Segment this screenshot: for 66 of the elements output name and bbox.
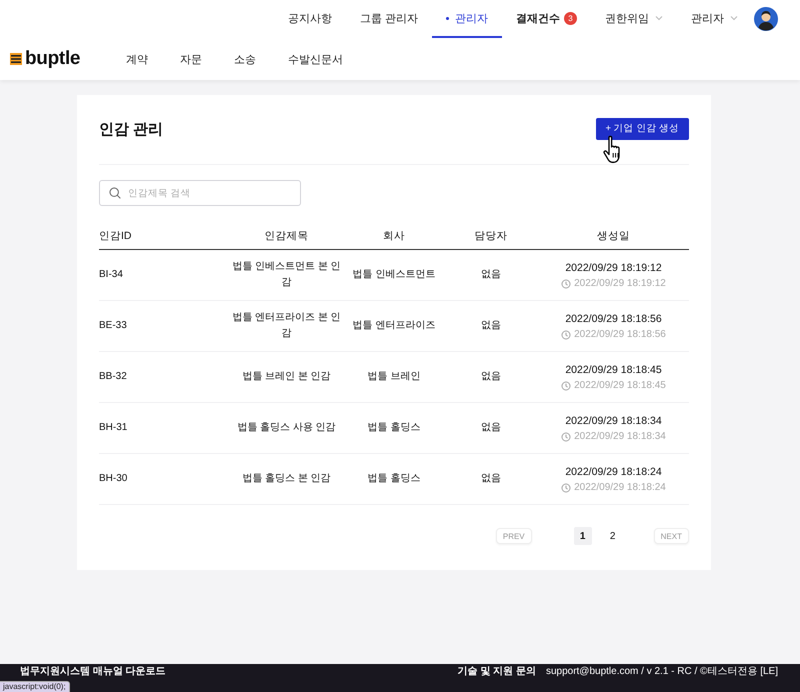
page-title: 인감 관리: [99, 120, 164, 139]
nav-link[interactable]: 계약: [110, 52, 164, 66]
created-time: 2022/09/29 18:18:45: [565, 363, 662, 378]
column-header: 생성일: [538, 229, 689, 250]
table-cell: 법틀 홀딩스 사용 인감: [229, 403, 344, 454]
table-cell: BH-30: [99, 454, 229, 505]
clock-icon: [561, 380, 572, 391]
count-badge: 3: [564, 12, 577, 24]
table-cell: 법틀 인베스트먼트: [344, 250, 444, 301]
column-header: 담당자: [444, 229, 538, 250]
nav-link[interactable]: 소송: [218, 52, 272, 66]
table-cell: 없음: [444, 250, 538, 301]
table-cell: 없음: [444, 301, 538, 352]
nav-link[interactable]: 결재건수 3: [502, 0, 591, 38]
table-cell: 없음: [444, 454, 538, 505]
table-cell: BI-34: [99, 250, 229, 301]
updated-time: 2022/09/29 18:19:12: [574, 278, 666, 290]
nav-link[interactable]: 자문: [164, 52, 218, 66]
column-header: 인감ID: [99, 229, 229, 250]
table-cell: 법틀 엔터프라이즈: [344, 301, 444, 352]
nav-link[interactable]: 관리자: [432, 0, 502, 38]
logo-text: buptle: [25, 48, 80, 70]
created-time: 2022/09/29 18:18:56: [565, 312, 662, 328]
column-header: 인감제목: [229, 229, 344, 250]
column-header: 회사: [344, 229, 444, 250]
manual-download-link[interactable]: 법무지원시스템 매뉴얼 다운로드: [20, 666, 166, 678]
nav-link[interactable]: 수발신문서: [272, 52, 360, 66]
table-cell: BH-31: [99, 403, 229, 454]
status-url: javascript:void(0);: [0, 681, 70, 692]
updated-time: 2022/09/29 18:18:56: [574, 328, 666, 341]
created-time: 2022/09/29 18:19:12: [565, 261, 662, 276]
table-cell: BE-33: [99, 301, 229, 352]
table-cell: 법틀 인베스트먼트 본 인감: [229, 250, 344, 301]
table-cell: 법틀 엔터프라이즈 본 인감: [229, 301, 344, 352]
table-cell: 법틀 브레인: [344, 352, 444, 403]
search-icon: [109, 187, 121, 199]
nav-link[interactable]: 관리자: [677, 0, 752, 38]
table-cell: BB-32: [99, 352, 229, 403]
table-cell: 없음: [444, 352, 538, 403]
table-cell: 없음: [444, 403, 538, 454]
table-cell: 법틀 브레인 본 인감: [229, 352, 344, 403]
clock-icon: [561, 278, 572, 289]
nav-link[interactable]: 그룹 관리자: [346, 0, 432, 38]
updated-time: 2022/09/29 18:18:24: [574, 482, 666, 494]
create-button[interactable]: + 기업 인감 생성: [596, 118, 689, 140]
support-label: 기술 및 지원 문의: [458, 666, 536, 678]
support-info: support@buptle.com / v 2.1 - RC / ©테스터전용 [LE]: [546, 666, 778, 678]
clock-icon: [561, 432, 572, 442]
created-time: 2022/09/29 18:18:34: [565, 414, 662, 430]
chevron-down-icon: [655, 15, 663, 21]
nav-link[interactable]: 공지사항: [274, 0, 346, 38]
logo-icon: [10, 53, 22, 65]
updated-time: 2022/09/29 18:18:34: [574, 430, 666, 443]
created-time: 2022/09/29 18:18:24: [565, 465, 662, 480]
nav-link[interactable]: 권한위임: [591, 0, 677, 38]
table-cell: 법틀 홀딩스 본 인감: [229, 454, 344, 505]
clock-icon: [561, 482, 572, 493]
table-cell: 법틀 홀딩스: [344, 403, 444, 454]
avatar-icon[interactable]: [754, 7, 778, 31]
page-button[interactable]: 1: [574, 527, 592, 545]
updated-time: 2022/09/29 18:18:45: [574, 380, 666, 392]
clock-icon: [561, 330, 572, 340]
chevron-down-icon: [730, 15, 738, 21]
search-field[interactable]: 인감제목 검색: [99, 180, 301, 206]
page-button[interactable]: 2: [604, 527, 622, 545]
table-cell: 법틀 홀딩스: [344, 454, 444, 505]
